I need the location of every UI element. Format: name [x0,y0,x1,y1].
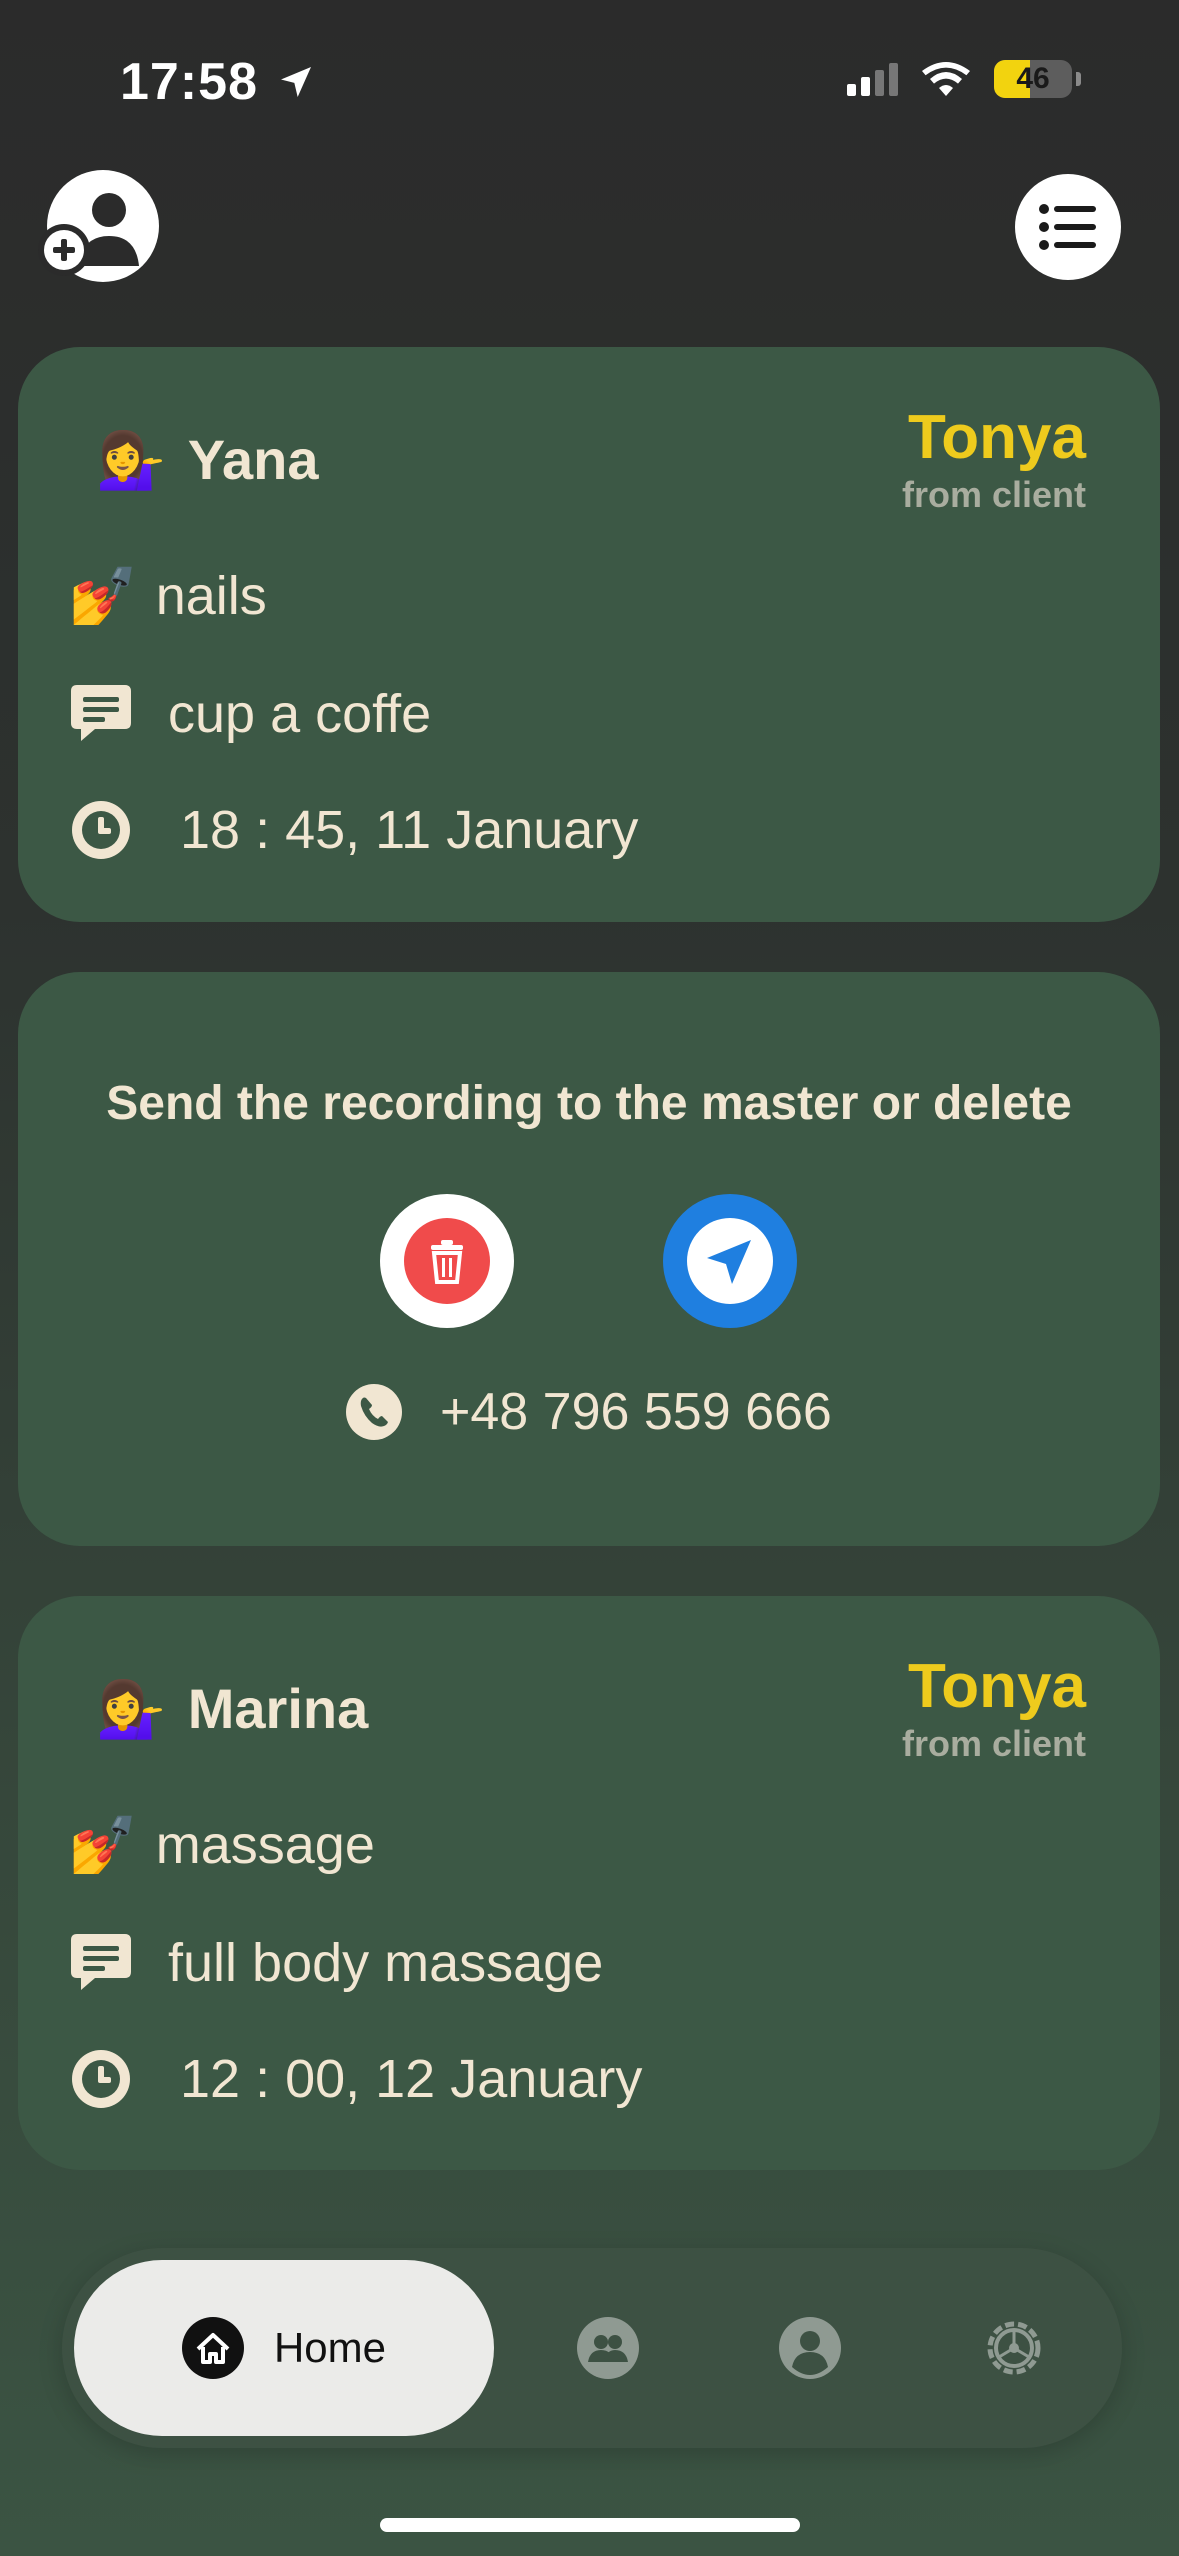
tab-home[interactable]: Home [74,2260,494,2436]
add-client-button[interactable] [36,168,166,288]
master-name: Tonya [908,1652,1086,1721]
clock-icon [68,2046,134,2112]
location-arrow-icon [281,67,311,97]
tab-profile[interactable] [778,2316,842,2380]
clock-icon [68,797,134,863]
phone-icon [346,1384,402,1440]
client-name: Marina [187,1677,369,1740]
status-bar-icons: 46 [847,60,1081,98]
client-name: Yana [187,428,319,491]
nail-polish-icon: 💅 [68,1813,138,1876]
delete-button[interactable] [380,1194,514,1328]
time-row: 18 : 45, 11 January [68,797,638,863]
phone-number[interactable]: +48 796 559 666 [440,1382,832,1442]
wifi-icon [922,62,970,96]
status-bar-time: 17:58 [120,52,316,112]
send-icon [687,1218,773,1304]
home-icon [181,2317,244,2379]
comment-text: cup a coffe [168,684,432,744]
list-icon [1039,204,1096,250]
comment-row: cup a coffe [68,681,431,747]
record-card[interactable]: 💁‍♀️ Marina Tonya from client 💅 massage … [18,1596,1160,2170]
record-card[interactable]: 💁‍♀️ Yana Tonya from client 💅 nails cup … [18,347,1160,922]
trash-icon [404,1218,490,1304]
battery-icon: 46 [994,60,1072,98]
service-name: massage [155,1815,375,1875]
service-row: 💅 nails [68,565,267,627]
master-info: Tonya from client [902,405,1086,516]
pending-record-card: Send the recording to the master or dele… [18,972,1160,1546]
comment-row: full body massage [68,1930,603,1996]
service-name: nails [155,566,267,626]
home-indicator [380,2518,800,2532]
comment-icon [68,1930,134,1996]
time-row: 12 : 00, 12 January [68,2046,642,2112]
send-to-master-button[interactable] [663,1194,797,1328]
profile-icon [779,2317,841,2379]
nail-polish-icon: 💅 [68,564,138,627]
comment-text: full body massage [168,1933,604,1993]
client-row: 💁‍♀️ Yana [96,427,319,492]
record-source: from client [901,1723,1086,1765]
appointment-time: 12 : 00, 12 January [180,2049,643,2109]
master-info: Tonya from client [902,1654,1086,1765]
appointment-time: 18 : 45, 11 January [180,800,639,860]
service-row: 💅 massage [68,1814,375,1876]
tab-bar: Home [62,2248,1122,2448]
settings-icon [987,2321,1041,2375]
client-row: 💁‍♀️ Marina [96,1676,368,1741]
comment-icon [68,681,134,747]
tab-clients[interactable] [576,2316,640,2380]
tab-settings[interactable] [982,2316,1046,2380]
client-emoji: 💁‍♀️ [96,427,166,491]
record-source: from client [901,474,1086,516]
menu-button[interactable] [1015,174,1121,280]
phone-row: +48 796 559 666 [346,1382,832,1442]
tab-home-label: Home [273,2324,387,2371]
master-name: Tonya [908,403,1086,472]
clients-icon [577,2317,639,2379]
pending-headline: Send the recording to the master or dele… [106,1077,1072,1130]
client-emoji: 💁‍♀️ [96,1676,166,1740]
signal-icon [847,62,898,96]
add-user-icon [38,170,159,282]
battery-level: 46 [1016,62,1050,95]
status-time: 17:58 [120,53,258,111]
